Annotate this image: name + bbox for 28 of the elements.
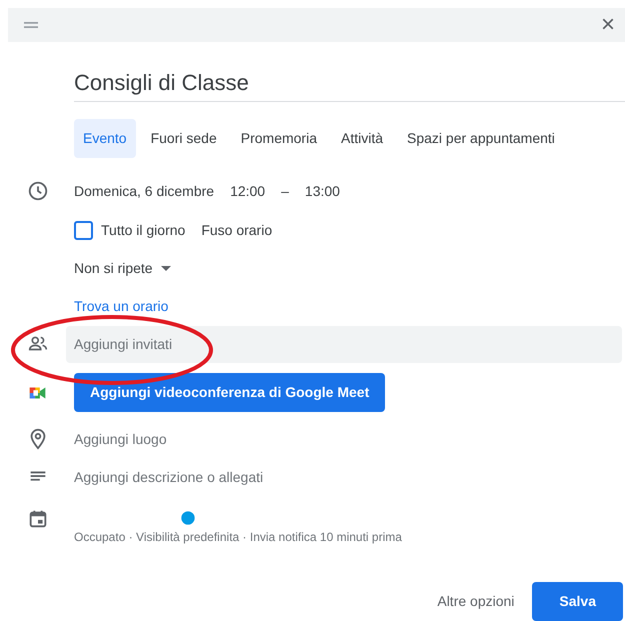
repeat-dropdown[interactable]: Non si ripete bbox=[74, 258, 171, 278]
dot-marker bbox=[180, 510, 196, 526]
tab[interactable]: Spazi per appuntamenti bbox=[398, 119, 564, 158]
drag-handle-icon bbox=[24, 22, 38, 28]
status-summary[interactable]: Occupato · Visibilità predefinita · Invia notifica 10 minuti prima bbox=[74, 528, 402, 546]
save-button[interactable]: Salva bbox=[532, 582, 623, 621]
calendar-icon bbox=[27, 508, 49, 530]
time-zone-link[interactable]: Fuso orario bbox=[201, 220, 272, 240]
end-time[interactable]: 13:00 bbox=[304, 180, 340, 202]
clock-icon bbox=[27, 180, 49, 202]
dash-text: – bbox=[281, 182, 289, 200]
meet-button[interactable]: Aggiungi videoconferenza di Google Meet bbox=[74, 373, 386, 412]
date-text[interactable]: Domenica, 6 dicembre bbox=[74, 180, 214, 202]
checkbox-label: Tutto il giorno bbox=[101, 220, 186, 240]
checkbox[interactable] bbox=[74, 220, 93, 240]
description-field[interactable]: Aggiungi descrizione o allegati bbox=[74, 466, 264, 488]
tab[interactable]: Promemoria bbox=[232, 119, 326, 158]
location-field[interactable]: Aggiungi luogo bbox=[74, 428, 167, 450]
find-time-link[interactable]: Trova un orario bbox=[74, 296, 168, 316]
title-field[interactable]: Consigli di Classe bbox=[74, 66, 625, 102]
tab[interactable]: Attività bbox=[332, 119, 392, 158]
tab[interactable]: Evento bbox=[74, 119, 136, 158]
start-time[interactable]: 12:00 bbox=[230, 180, 266, 202]
close-button[interactable]: × bbox=[596, 13, 619, 37]
guests-field[interactable]: Aggiungi invitati bbox=[66, 326, 622, 362]
more-options-button[interactable]: Altre opzioni bbox=[427, 582, 524, 621]
tab[interactable]: Fuori sede bbox=[142, 119, 226, 158]
caret-icon bbox=[160, 266, 171, 270]
